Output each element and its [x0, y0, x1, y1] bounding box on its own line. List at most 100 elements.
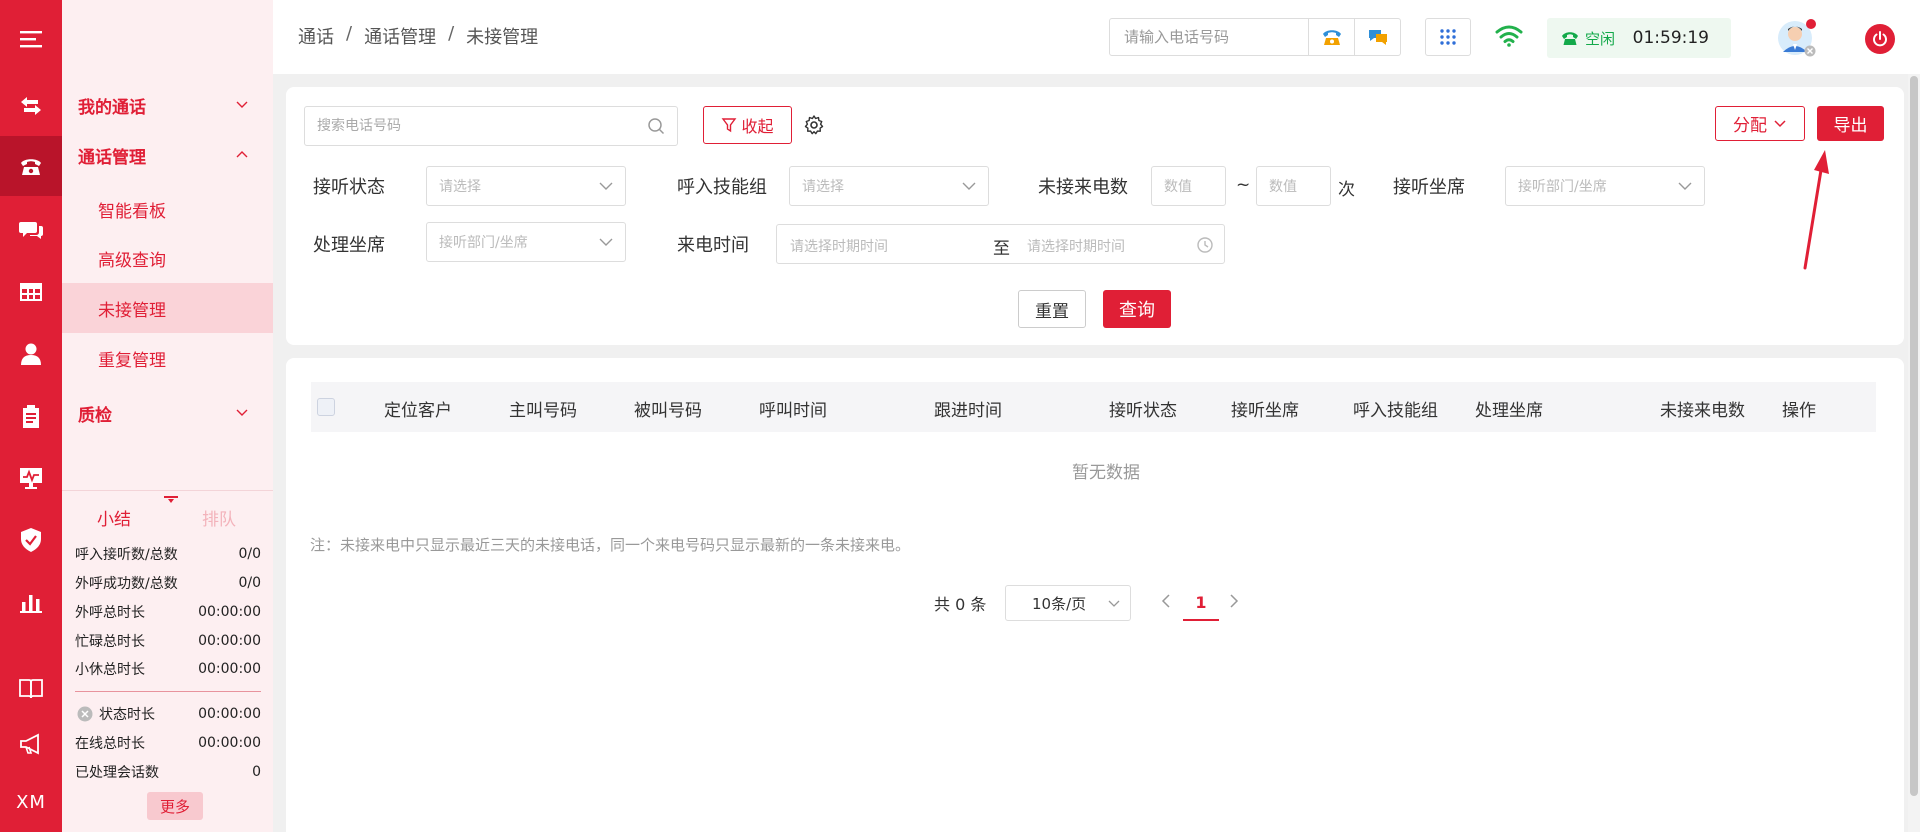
- nav-group-label: 我的通话: [78, 97, 146, 118]
- divider: [62, 490, 273, 491]
- nav-item-label: 智能看板: [98, 201, 166, 222]
- assign-button[interactable]: 分配: [1715, 106, 1805, 141]
- tab-summary[interactable]: 小结: [97, 505, 131, 530]
- monitor-icon[interactable]: [0, 448, 62, 508]
- select-all-checkbox[interactable]: [317, 398, 335, 416]
- chevron-down-icon: [1774, 119, 1786, 127]
- column-header[interactable]: 主叫号码: [509, 396, 577, 421]
- agent-status[interactable]: 空闲 01:59:19: [1547, 18, 1731, 58]
- missed-count-min-input[interactable]: 数值: [1151, 166, 1226, 206]
- chevron-down-icon: [236, 409, 248, 416]
- page-number-current[interactable]: 1: [1183, 585, 1219, 621]
- stat-value: 00:00:00: [198, 735, 261, 751]
- stat-value: 00:00:00: [198, 706, 261, 722]
- column-header[interactable]: 未接来电数: [1660, 396, 1745, 421]
- dial-button[interactable]: [1308, 19, 1354, 55]
- stat-label: 状态时长: [99, 707, 155, 723]
- chevron-right-icon[interactable]: [1228, 592, 1240, 610]
- missed-count-max-input[interactable]: 数值: [1256, 166, 1331, 206]
- input-placeholder: 数值: [1269, 179, 1297, 195]
- power-button[interactable]: [1865, 24, 1895, 54]
- page-size-select[interactable]: 10条/页: [1005, 585, 1131, 621]
- column-header[interactable]: 被叫号码: [634, 396, 702, 421]
- filter-icon: [722, 118, 737, 133]
- results-panel: 定位客户 主叫号码 被叫号码 呼叫时间 跟进时间 接听状态 接听坐席 呼入技能组…: [286, 358, 1904, 832]
- stat-label: 呼入接听数/总数: [75, 547, 178, 563]
- column-header[interactable]: 跟进时间: [934, 396, 1002, 421]
- stat-row: 在线总时长 00:00:00: [75, 732, 261, 754]
- nav-group-my-calls[interactable]: 我的通话: [62, 85, 273, 125]
- search-icon[interactable]: [647, 117, 665, 135]
- column-header[interactable]: 呼入技能组: [1353, 396, 1438, 421]
- call-time-range[interactable]: 请选择时期时间 至 请选择时期时间: [776, 224, 1225, 264]
- query-button[interactable]: 查询: [1103, 290, 1171, 328]
- phone-search-input[interactable]: [305, 107, 635, 145]
- chevron-up-icon: [236, 151, 248, 158]
- nav-item-advanced-search[interactable]: 高级查询: [62, 234, 273, 282]
- select-placeholder: 接听部门/坐席: [439, 235, 528, 251]
- status-timer: 01:59:19: [1632, 28, 1709, 48]
- skill-group-select[interactable]: 请选择: [789, 166, 989, 206]
- collapse-filter-button[interactable]: 收起: [703, 106, 792, 144]
- transfer-icon[interactable]: [0, 76, 62, 136]
- apps-button[interactable]: [1425, 18, 1471, 56]
- nav-item-missed-calls[interactable]: 未接管理: [62, 283, 273, 333]
- page-size-value: 10条/页: [1032, 594, 1087, 613]
- breadcrumb-separator: /: [448, 23, 455, 44]
- collapse-label: 收起: [741, 117, 774, 136]
- more-button[interactable]: 更多: [147, 792, 203, 820]
- nav-item-label: 高级查询: [98, 250, 166, 271]
- menu-icon[interactable]: [0, 8, 62, 70]
- phone-number-input[interactable]: [1110, 19, 1308, 55]
- shield-icon[interactable]: [0, 510, 62, 570]
- reset-button[interactable]: 重置: [1018, 290, 1086, 328]
- gear-icon[interactable]: [803, 114, 825, 136]
- nav-item-repeat-management[interactable]: 重复管理: [62, 334, 273, 382]
- stat-row: 已处理会话数 0: [75, 761, 261, 783]
- stat-label: 小休总时长: [75, 662, 145, 678]
- tab-queue[interactable]: 排队: [202, 505, 236, 530]
- book-icon[interactable]: [0, 658, 62, 718]
- handle-agent-select[interactable]: 接听部门/坐席: [426, 222, 626, 262]
- scrollbar-thumb[interactable]: [1910, 76, 1918, 796]
- column-header[interactable]: 呼叫时间: [759, 396, 827, 421]
- breadcrumb-current: 未接管理: [466, 27, 539, 48]
- column-header[interactable]: 接听坐席: [1231, 396, 1299, 421]
- input-placeholder: 数值: [1164, 179, 1192, 195]
- nav-item-label: 重复管理: [98, 350, 166, 371]
- chevron-left-icon[interactable]: [1160, 592, 1172, 610]
- column-header[interactable]: 接听状态: [1109, 396, 1177, 421]
- column-header[interactable]: 定位客户: [384, 396, 452, 421]
- answer-agent-select[interactable]: 接听部门/坐席: [1505, 166, 1705, 206]
- bar-chart-icon[interactable]: [0, 572, 62, 632]
- table-icon[interactable]: [0, 262, 62, 322]
- phone-icon[interactable]: [0, 136, 62, 196]
- start-date-placeholder: 请选择时期时间: [790, 239, 888, 255]
- breadcrumb-item[interactable]: 通话: [298, 23, 334, 49]
- chat-icon[interactable]: [0, 200, 62, 260]
- chevron-down-icon: [599, 182, 613, 190]
- clock-icon: [1197, 237, 1213, 253]
- message-button[interactable]: [1354, 19, 1400, 55]
- nav-item-dashboard[interactable]: 智能看板: [62, 185, 273, 233]
- clipboard-icon[interactable]: [0, 386, 62, 446]
- nav-group-label: 质检: [78, 405, 112, 426]
- page-scrollbar[interactable]: [1908, 74, 1920, 832]
- breadcrumb-separator: /: [346, 23, 353, 44]
- column-header[interactable]: 处理坐席: [1475, 396, 1543, 421]
- answer-status-select[interactable]: 请选择: [426, 166, 626, 206]
- breadcrumb-item[interactable]: 通话管理: [364, 23, 436, 49]
- message-icon: [1368, 30, 1387, 45]
- stat-row: 外呼成功数/总数 0/0: [75, 572, 261, 594]
- stat-value: 0/0: [238, 575, 261, 591]
- export-button[interactable]: 导出: [1817, 106, 1884, 141]
- skill-group-label: 呼入技能组: [677, 177, 767, 198]
- answer-agent-label: 接听坐席: [1393, 177, 1465, 198]
- user-icon[interactable]: [0, 324, 62, 384]
- megaphone-icon[interactable]: [0, 714, 62, 774]
- avatar[interactable]: [1777, 18, 1817, 58]
- filter-panel: 收起 分配 导出 接听状态 请选择 呼入技能组 请选择 未接来电数 数值 ~ 数…: [286, 87, 1904, 345]
- nav-group-quality[interactable]: 质检: [62, 393, 273, 433]
- stat-label: 外呼总时长: [75, 605, 145, 621]
- nav-group-call-management[interactable]: 通话管理: [62, 135, 273, 175]
